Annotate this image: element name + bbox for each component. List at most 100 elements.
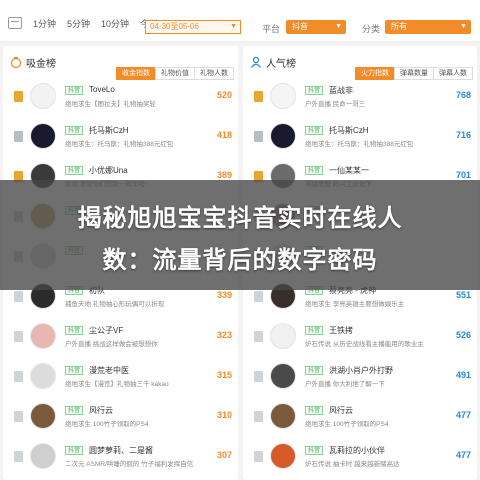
category-select[interactable]: 所有 ▼ — [385, 20, 471, 34]
streamer-name[interactable]: 风行云 — [89, 405, 113, 416]
date-range-text: 04-30至05-06 — [150, 22, 199, 31]
platform-badge: 抖音 — [305, 446, 324, 455]
avatar[interactable] — [30, 443, 56, 469]
avatar[interactable] — [30, 123, 56, 149]
ranking-row[interactable]: 抖音 托马斯CzH 绝地求生：托马斯：礼物抽388元红包 418 — [3, 118, 238, 154]
streamer-name[interactable]: 尘公子VF — [89, 325, 123, 336]
rank-medal-icon — [254, 371, 263, 382]
ranking-row[interactable]: 抖音 风行云绝地求生 100竹子领取的PS4 477 — [243, 398, 477, 434]
platform-badge: 抖音 — [305, 366, 324, 375]
score-value: 716 — [455, 130, 471, 140]
time-option-1min[interactable]: 1分钟 — [33, 17, 56, 30]
user-icon — [250, 56, 262, 68]
platform-badge: 抖音 — [305, 86, 324, 95]
streamer-name[interactable]: 王铁拷 — [329, 325, 353, 336]
stream-description: 绝地求生：托马斯：礼物抽388元红包 — [65, 141, 174, 148]
stream-description: 绝地求生【图拉夫】礼物抽奖轮 — [65, 101, 156, 108]
score-value: 477 — [455, 410, 471, 420]
stream-description: 绝地求生：托马斯：礼物抽388元红包 — [305, 141, 414, 148]
platform-badge: 抖音 — [65, 366, 84, 375]
ranking-row[interactable]: 抖音 风行云 绝地求生 100竹子领取的PS4 310 — [3, 398, 238, 434]
rank-medal-icon — [254, 131, 263, 142]
platform-badge: 抖音 — [305, 126, 324, 135]
rank-medal-icon — [14, 91, 23, 102]
avatar[interactable] — [30, 323, 56, 349]
rank-medal-icon — [14, 131, 23, 142]
streamer-name[interactable]: 瓦莉拉的小伙伴 — [329, 445, 385, 456]
streamer-name[interactable]: 风行云 — [329, 405, 353, 416]
chevron-down-icon: ▼ — [460, 23, 467, 30]
avatar[interactable] — [270, 443, 296, 469]
score-value: 520 — [216, 90, 232, 100]
streamer-name[interactable]: ToveLo — [89, 85, 115, 94]
streamer-name[interactable]: 小优娜Una — [89, 165, 128, 176]
time-option-5min[interactable]: 5分钟 — [67, 17, 90, 30]
date-range-picker[interactable]: 04-30至05-06 ▼ — [145, 20, 241, 34]
rank-medal-icon — [14, 451, 23, 462]
rank-medal-icon — [14, 411, 23, 422]
score-value: 323 — [216, 330, 232, 340]
platform-badge: 抖音 — [65, 166, 84, 175]
avatar[interactable] — [270, 403, 296, 429]
platform-badge: 抖音 — [65, 126, 84, 135]
ranking-row[interactable]: 抖音 圆梦萝莉、二是酱二次元 ASMR/哄睡的假的 竹子福利发挥自信 307 — [3, 438, 238, 474]
avatar[interactable] — [270, 123, 296, 149]
streamer-name[interactable]: 圆梦萝莉、二是酱 — [89, 445, 153, 456]
ranking-row[interactable]: 抖音 蓝战非 户外直播 民命一哥三 768 — [243, 78, 477, 114]
score-value: 768 — [455, 90, 471, 100]
avatar[interactable] — [270, 363, 296, 389]
score-value: 491 — [455, 370, 471, 380]
avatar[interactable] — [30, 363, 56, 389]
platform-badge: 抖音 — [65, 326, 84, 335]
ranking-row[interactable]: 抖音 尘公子VF 户外直播 挑战这样做会被想想你 323 — [3, 318, 238, 354]
score-value: 339 — [216, 290, 232, 300]
streamer-name[interactable]: 漫荒老中医 — [89, 365, 129, 376]
platform-badge: 抖音 — [305, 166, 324, 175]
rank-medal-icon — [254, 291, 263, 302]
panel-title: 吸金榜 — [26, 59, 56, 70]
headline-line-1: 揭秘旭旭宝宝抖音实时在线人 — [77, 204, 403, 232]
chevron-down-icon: ▼ — [335, 23, 342, 30]
ranking-row[interactable]: 抖音 瓦莉拉的小伙伴炉石传说 抽卡时 越来越新赌高达 477 — [243, 438, 477, 474]
category-label: 分类 — [362, 24, 381, 34]
stream-description: 二次元 ASMR/哄睡的假的 竹子福利发挥自信 — [65, 461, 194, 468]
platform-select[interactable]: 抖音 ▼ — [286, 20, 346, 34]
streamer-name[interactable]: 蓝战非 — [329, 85, 353, 96]
score-value: 477 — [455, 450, 471, 460]
streamer-name[interactable]: 一仙某某一 — [329, 165, 369, 176]
ranking-row[interactable]: 抖音 王铁拷 炉石传说 从历史战线看主播能用的歌业主 526 — [243, 318, 477, 354]
stream-description: 绝地求生 100竹子领取的PS4 — [305, 421, 389, 428]
ranking-row[interactable]: 抖音 ToveLo 绝地求生【图拉夫】礼物抽奖轮 520 — [3, 78, 238, 114]
score-value: 526 — [455, 330, 471, 340]
rank-medal-icon — [14, 331, 23, 342]
stream-description: 炉石传说 抽卡时 越来越新赌高达 — [305, 461, 400, 468]
avatar[interactable] — [270, 83, 296, 109]
money-bag-icon — [10, 57, 22, 68]
score-value: 315 — [216, 370, 232, 380]
avatar[interactable] — [270, 323, 296, 349]
ranking-row[interactable]: 抖音 洪湖小肖户外打野户外直播 你大利地了解一下 491 — [243, 358, 477, 394]
rank-medal-icon — [254, 331, 263, 342]
avatar[interactable] — [30, 83, 56, 109]
platform-badge: 抖音 — [65, 406, 84, 415]
platform-badge: 抖音 — [65, 446, 84, 455]
streamer-name[interactable]: 托马斯CzH — [329, 125, 369, 136]
streamer-name[interactable]: 托马斯CzH — [89, 125, 129, 136]
ranking-row[interactable]: 抖音 漫荒老中医 绝地求生【漫荒】礼物抽三千 kakao 315 — [3, 358, 238, 394]
stream-description: 户外直播 你大利地了解一下 — [305, 381, 385, 388]
platform-badge: 抖音 — [305, 406, 324, 415]
filter-bar: 1分钟 5分钟 10分钟 今天 04-30至05-06 ▼ 平台 抖音 ▼ 分类… — [0, 0, 480, 42]
time-option-10min[interactable]: 10分钟 — [101, 17, 129, 30]
rank-medal-icon — [254, 411, 263, 422]
category-value: 所有 — [391, 22, 407, 31]
platform-badge: 抖音 — [305, 326, 324, 335]
rank-medal-icon — [14, 291, 23, 302]
headline-line-2: 数：流量背后的数字密码 — [102, 246, 378, 274]
score-value: 307 — [216, 450, 232, 460]
streamer-name[interactable]: 洪湖小肖户外打野 — [329, 365, 393, 376]
score-value: 310 — [216, 410, 232, 420]
panel-header: 人气榜 火力指数 弹幕数量 弹幕人数 — [243, 46, 477, 80]
avatar[interactable] — [30, 403, 56, 429]
calendar-icon — [8, 17, 22, 29]
ranking-row[interactable]: 抖音 托马斯CzH 绝地求生：托马斯：礼物抽388元红包 716 — [243, 118, 477, 154]
